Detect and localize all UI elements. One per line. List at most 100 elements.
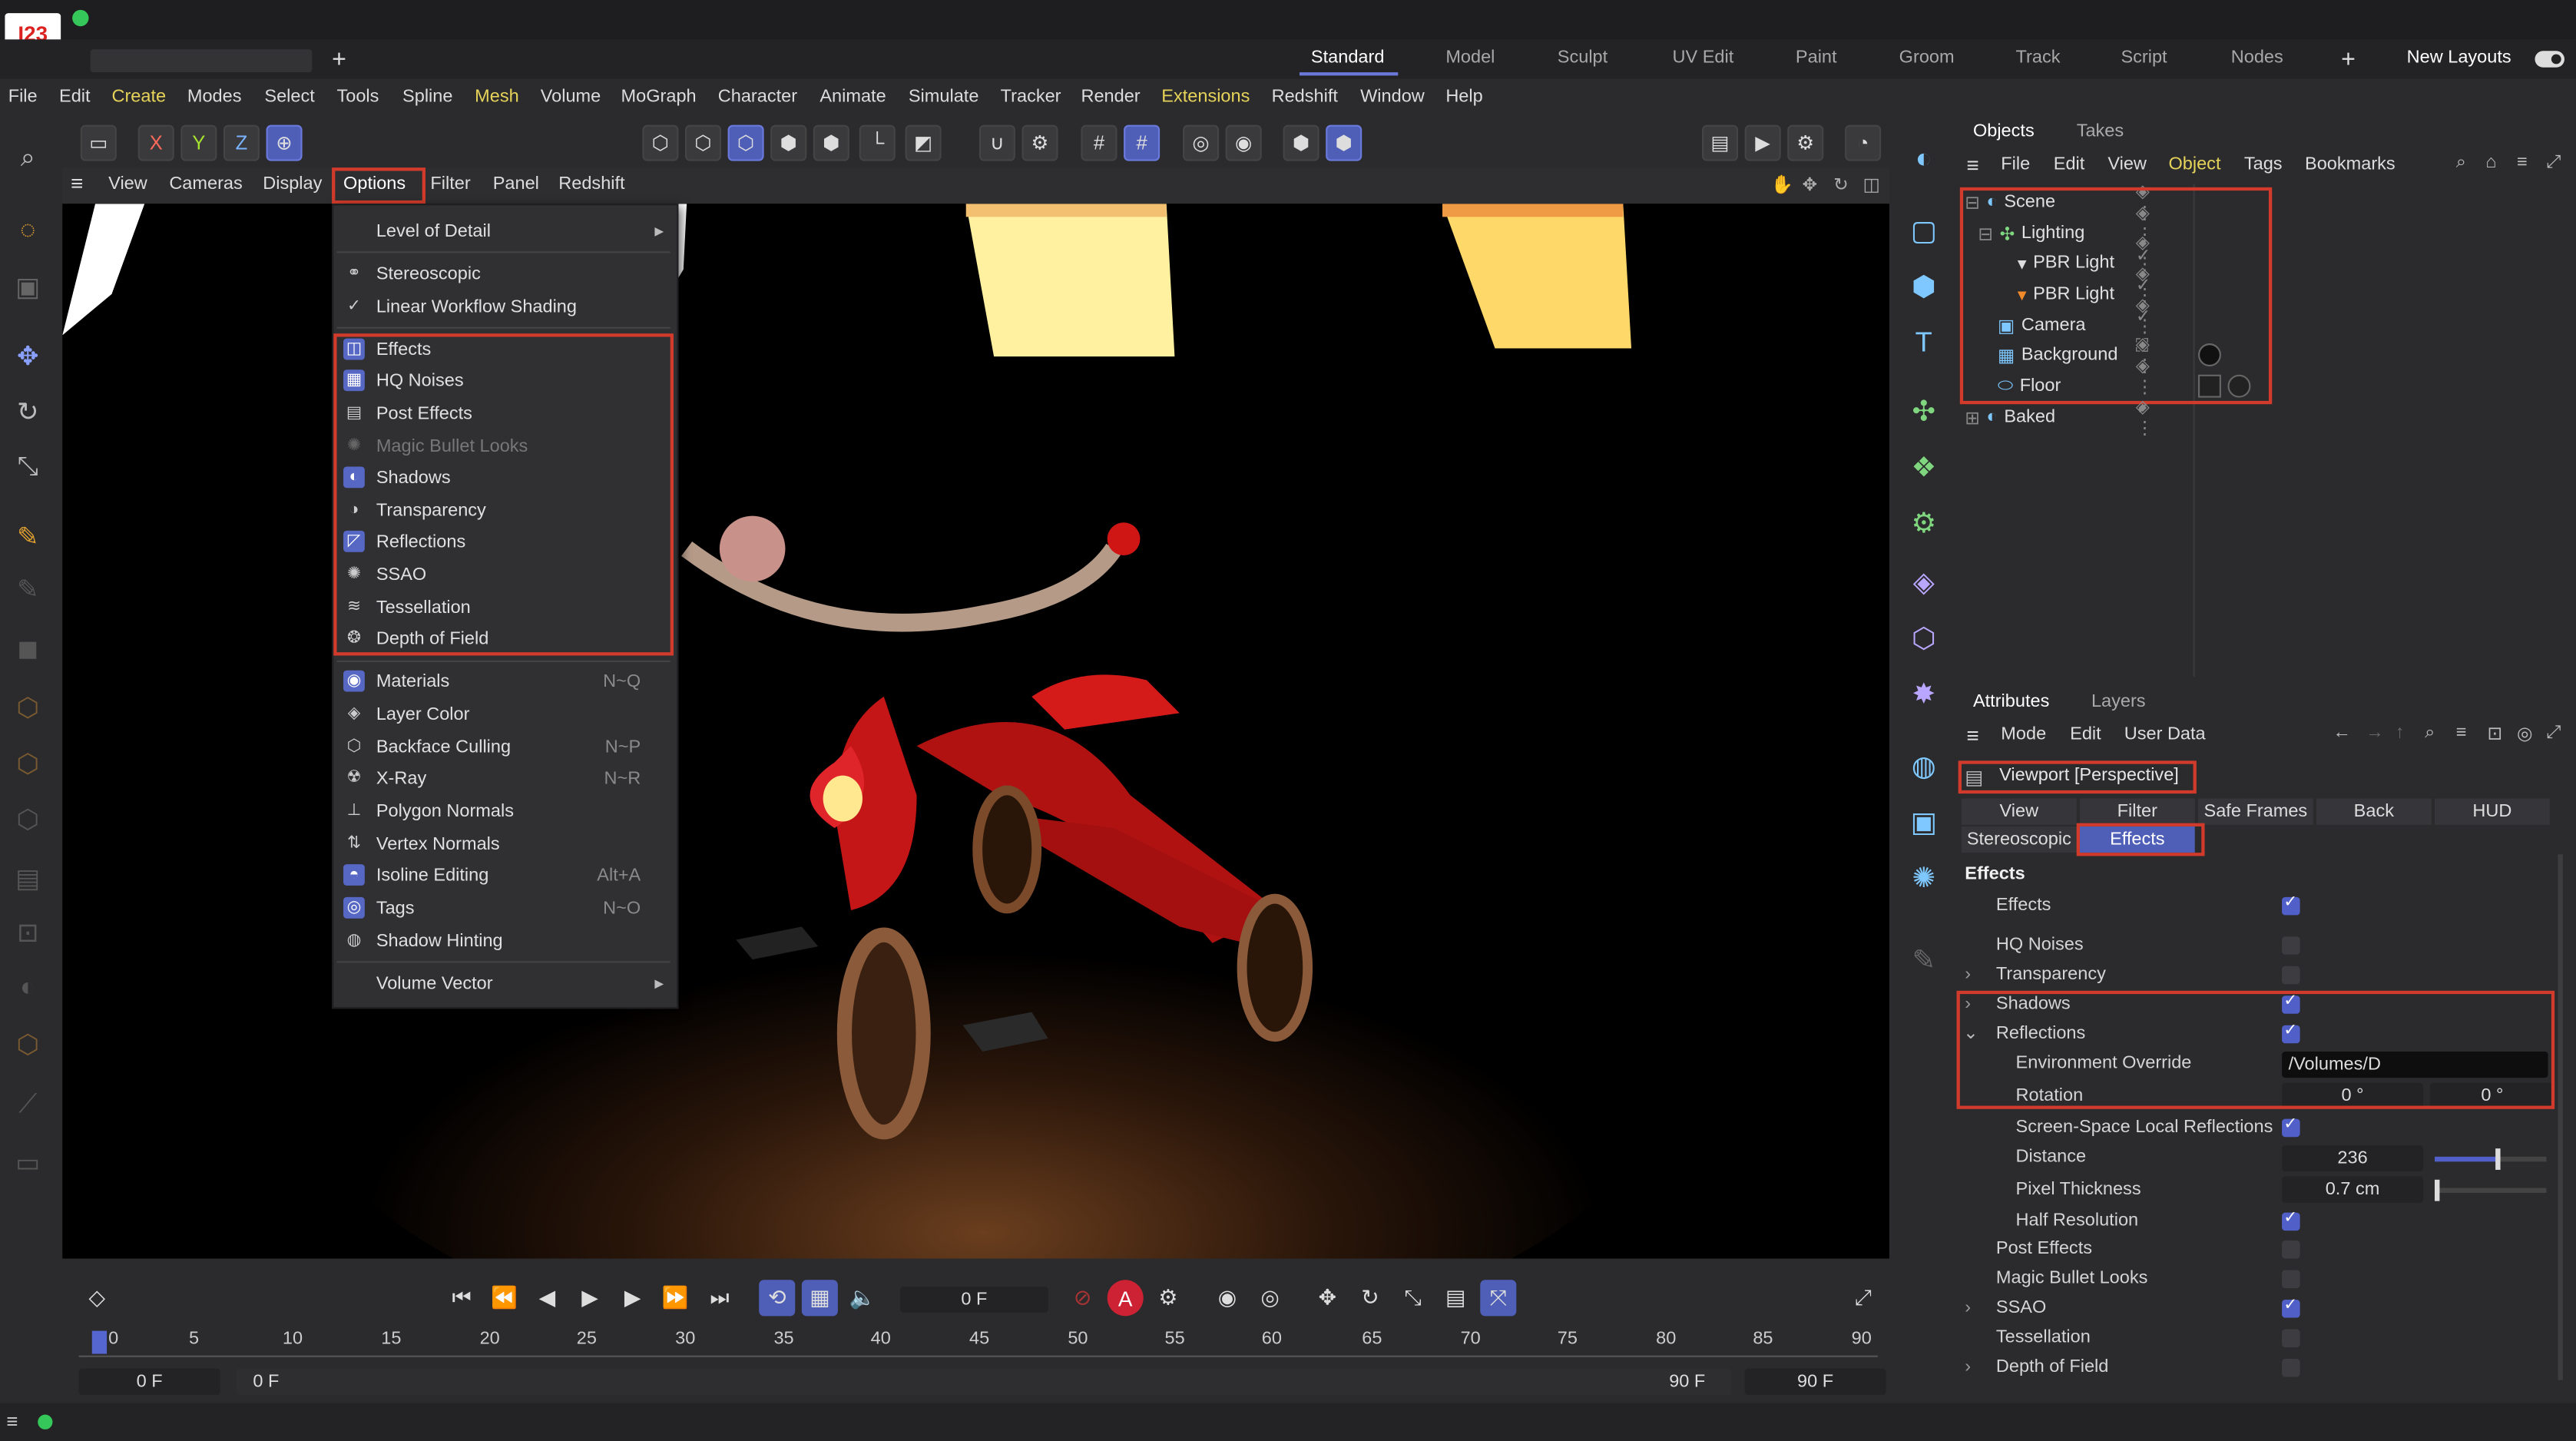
layout-tab-track[interactable]: Track (2016, 48, 2061, 68)
attr-menu-mode[interactable]: Mode (2001, 724, 2046, 744)
key-position-icon[interactable]: ◉ (1209, 1280, 1245, 1316)
menu-volume[interactable]: Volume (541, 87, 601, 107)
menu-tags[interactable]: ◎ Tags N~O (333, 892, 677, 923)
effector-icon[interactable]: ✸ (1902, 674, 1945, 717)
timeline-ruler[interactable] (78, 1355, 1878, 1369)
rotate-tool-icon[interactable]: ↻ (7, 391, 50, 434)
menu-shadow-hinting[interactable]: ◍ Shadow Hinting (333, 925, 677, 956)
search-icon[interactable]: ⌕ (2456, 153, 2466, 174)
key-pla-icon[interactable]: ⤧ (1480, 1280, 1517, 1317)
preview-range-bar[interactable]: 0 F 90 F (237, 1368, 1732, 1396)
ssr-checkbox[interactable] (2282, 1115, 2300, 1138)
timeline-expand-icon[interactable]: ⤢ (1845, 1280, 1881, 1316)
distance-field[interactable]: 236 (2282, 1145, 2424, 1172)
attributes-menu-icon[interactable]: ≡ (1966, 723, 1978, 747)
cube-icon[interactable]: ⬢ (1902, 267, 1945, 310)
grid-snap-icon[interactable]: # (1081, 124, 1117, 161)
layout-tab-paint[interactable]: Paint (1796, 48, 1837, 68)
tessellation-checkbox[interactable] (2282, 1329, 2300, 1347)
axis-mode-icon[interactable]: └ (859, 124, 896, 161)
redshift-render-icon[interactable]: ⬢ (1326, 124, 1362, 161)
menu-character[interactable]: Character (718, 87, 797, 107)
chevron-right-icon[interactable]: › (1965, 1357, 1971, 1377)
sound-icon[interactable]: 🔈 (844, 1280, 880, 1316)
search-icon[interactable]: ⌕ (7, 138, 50, 181)
prev-key-icon[interactable]: ⏪ (486, 1280, 522, 1316)
home-icon[interactable]: ⌂ (2485, 153, 2496, 173)
cloner-icon[interactable]: ❖ (1902, 447, 1945, 490)
tab-takes[interactable]: Takes (2077, 121, 2124, 141)
render-active-icon[interactable]: ▶ (1744, 124, 1781, 161)
key-rotation-icon[interactable]: ◎ (1252, 1280, 1288, 1316)
window-zoom-button[interactable] (72, 9, 89, 27)
scale-tool-icon[interactable]: ⤡ (7, 447, 50, 490)
status-menu-icon[interactable]: ≡ (7, 1410, 18, 1433)
current-frame-field[interactable]: 0 F (900, 1286, 1048, 1313)
menu-help[interactable]: Help (1445, 87, 1482, 107)
obj-menu-file[interactable]: File (2001, 154, 2030, 174)
paint-tool-icon[interactable]: ✎ (7, 568, 50, 611)
effects-checkbox[interactable] (2282, 894, 2300, 916)
layout-tab-model[interactable]: Model (1445, 48, 1495, 68)
menu-simulate[interactable]: Simulate (909, 87, 979, 107)
key-scale-icon[interactable]: ⤡ (1395, 1280, 1431, 1316)
menu-isoline-editing[interactable]: ◓ Isoline Editing Alt+A (333, 860, 677, 891)
filter-icon[interactable]: ≡ (2456, 723, 2467, 743)
selection-box-icon[interactable]: ▣ (7, 267, 50, 310)
rotate-view-icon[interactable]: ↻ (1833, 174, 1849, 196)
maximize-view-icon[interactable]: ◫ (1863, 174, 1880, 196)
playhead[interactable] (91, 1330, 108, 1354)
dof-checkbox[interactable] (2282, 1358, 2300, 1377)
next-key-icon[interactable]: ⏩ (657, 1280, 694, 1316)
distance-slider-handle[interactable] (2495, 1148, 2501, 1170)
key-param-icon[interactable]: ▤ (1438, 1280, 1474, 1316)
menu-level-of-detail[interactable]: Level of Detail ▸ (333, 215, 677, 247)
pixel-thickness-slider[interactable] (2434, 1179, 2547, 1201)
tab-layers[interactable]: Layers (2091, 692, 2146, 712)
menu-vertex-normals[interactable]: ⇅ Vertex Normals (333, 828, 677, 860)
pan-icon[interactable]: ✋ (1771, 174, 1793, 196)
menu-volume-vector[interactable]: Volume Vector ▸ (333, 968, 677, 999)
attributes-scrollbar[interactable] (2558, 854, 2563, 1380)
vp-menu-panel[interactable]: Panel (493, 174, 539, 194)
record-disabled-icon[interactable]: ⊘ (1065, 1280, 1101, 1316)
live-selection-icon[interactable]: ◌ (7, 210, 50, 253)
tab-objects[interactable]: Objects (1973, 121, 2035, 141)
move-view-icon[interactable]: ✥ (1802, 174, 1817, 196)
objects-menu-icon[interactable]: ≡ (1966, 153, 1978, 177)
go-to-end-icon[interactable]: ⏭ (701, 1280, 737, 1316)
vp-menu-filter[interactable]: Filter (430, 174, 470, 194)
lock-icon[interactable]: ⊡ (7, 912, 50, 955)
hq-noises-checkbox[interactable] (2282, 936, 2300, 955)
cube-outline-icon[interactable]: ▢ (1902, 210, 1945, 253)
menu-render[interactable]: Render (1081, 87, 1140, 107)
loop-icon[interactable]: ⟲ (759, 1280, 796, 1317)
chevron-right-icon[interactable]: › (1965, 965, 1971, 985)
next-frame-icon[interactable]: ▶ (614, 1280, 651, 1316)
menu-polygon-normals[interactable]: ⊥ Polygon Normals (333, 795, 677, 827)
obj-menu-bookmarks[interactable]: Bookmarks (2305, 154, 2396, 174)
uv-polygons-icon[interactable]: ⬢ (813, 124, 849, 161)
environment-icon[interactable]: ◍ (1902, 746, 1945, 789)
polygons-mode-icon[interactable]: ⬡ (7, 799, 50, 842)
settings-icon[interactable]: ⚙ (1021, 124, 1058, 161)
document-tab[interactable] (90, 49, 313, 73)
workplane-icon[interactable]: ▭ (7, 1142, 50, 1185)
menu-backface-culling[interactable]: ⬡ Backface Culling N~P (333, 731, 677, 763)
layout-tab-groom[interactable]: Groom (1899, 48, 1955, 68)
object-mode-icon[interactable]: ⬡ (642, 124, 679, 161)
search-icon[interactable]: ⌕ (2425, 723, 2435, 744)
mbl-checkbox[interactable] (2282, 1270, 2300, 1288)
forward-arrow-icon[interactable]: → (2366, 723, 2384, 743)
world-coords-icon[interactable]: ⊕ (266, 124, 303, 161)
new-layouts-toggle[interactable] (2535, 51, 2564, 68)
move-tool-icon[interactable]: ✥ (7, 335, 50, 378)
distance-slider[interactable] (2434, 1148, 2547, 1170)
attr-menu-edit[interactable]: Edit (2070, 724, 2101, 744)
menu-animate[interactable]: Animate (819, 87, 886, 107)
auto-key-mode-icon[interactable]: ▦ (801, 1280, 838, 1317)
spline-icon[interactable]: ◈ (1902, 562, 1945, 605)
snap-enabled-icon[interactable]: # (1124, 124, 1161, 161)
vp-menu-cameras[interactable]: Cameras (169, 174, 242, 194)
menu-stereoscopic[interactable]: ⚭ Stereoscopic (333, 258, 677, 290)
